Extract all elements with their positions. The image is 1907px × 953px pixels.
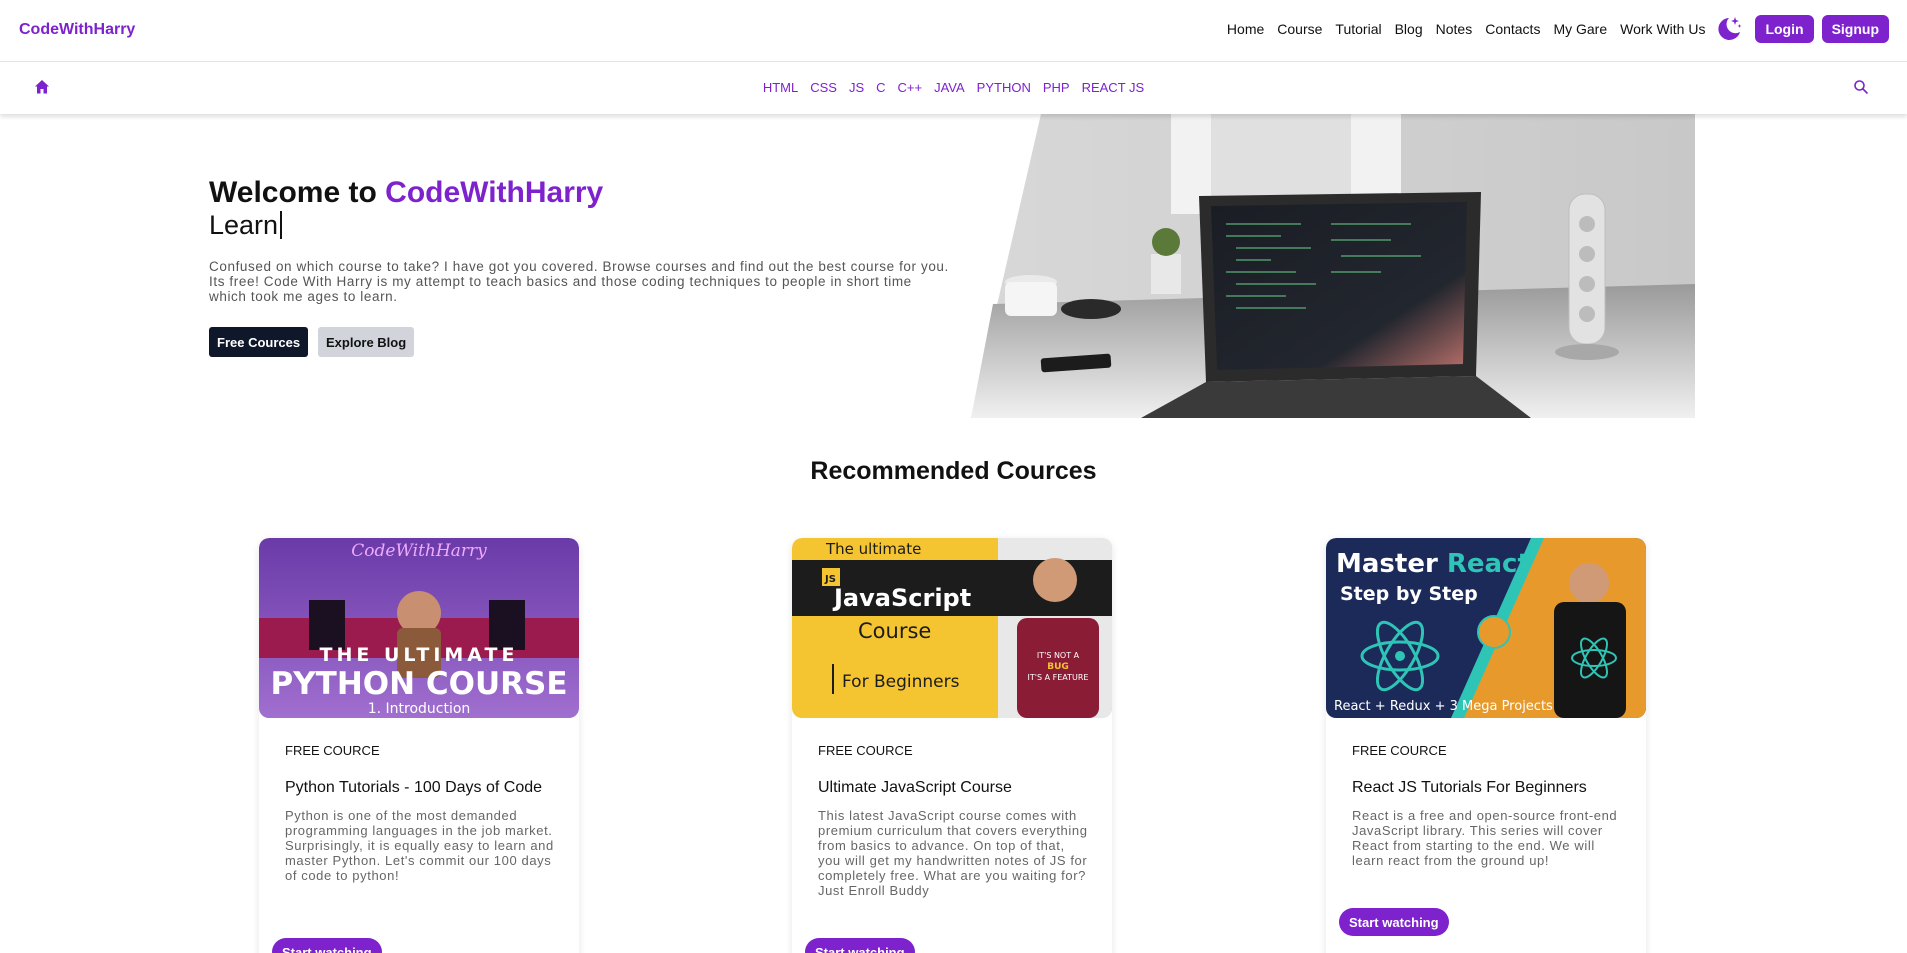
course-title[interactable]: Ultimate JavaScript Course (818, 779, 1012, 797)
python-thumb-logo: CodeWithHarry (351, 541, 487, 561)
start-watching-button[interactable]: Start watching (805, 938, 915, 953)
course-tag: FREE COURCE (818, 743, 913, 758)
lang-cpp[interactable]: C++ (898, 80, 923, 95)
nav-notes[interactable]: Notes (1436, 21, 1473, 37)
js-thumb-shirt2: BUG (1047, 662, 1069, 672)
nav-work-with-us[interactable]: Work With Us (1620, 21, 1705, 37)
nav-contacts[interactable]: Contacts (1485, 21, 1540, 37)
start-watching-button[interactable]: Start watching (1339, 908, 1449, 936)
nav-tutorial[interactable]: Tutorial (1335, 21, 1381, 37)
nav-course[interactable]: Course (1277, 21, 1322, 37)
course-description: React is a free and open-source front-en… (1352, 808, 1618, 868)
lang-c[interactable]: C (876, 80, 885, 95)
course-card-python[interactable]: CodeWithHarry THE ULTIMATE PYTHON COURSE… (259, 538, 579, 953)
course-card-react[interactable]: Master React Step by Step React + Redux … (1326, 538, 1646, 953)
react-thumb-line3: React + Redux + 3 Mega Projects (1334, 699, 1553, 714)
js-thumb-line4: For Beginners (842, 672, 960, 692)
hero-title: Welcome to CodeWithHarry (209, 176, 603, 210)
hero-title-prefix: Welcome to (209, 176, 386, 209)
js-thumb-line1: The ultimate (825, 540, 921, 558)
brand-logo[interactable]: CodeWithHarry (19, 21, 135, 39)
react-thumb-line2: Step by Step (1340, 583, 1478, 605)
hero-title-accent: CodeWithHarry (385, 176, 604, 209)
js-thumb-shirt1: IT'S NOT A (1037, 651, 1080, 660)
js-thumb-shirt3: IT'S A FEATURE (1028, 673, 1089, 682)
start-watching-button[interactable]: Start watching (272, 938, 382, 953)
top-nav-links: Home Course Tutorial Blog Notes Contacts… (1214, 13, 1889, 45)
course-tag: FREE COURCE (1352, 743, 1447, 758)
recommended-courses-heading: Recommended Cources (810, 457, 1097, 485)
hero-subtitle-text: Learn (209, 210, 279, 240)
lang-css[interactable]: CSS (810, 80, 837, 95)
python-thumb-line1: THE ULTIMATE (320, 644, 519, 666)
search-icon[interactable] (1853, 79, 1869, 95)
js-thumb-line2: JavaScript (832, 584, 971, 612)
hero-typed-subtitle: Learn (209, 210, 283, 241)
nav-home[interactable]: Home (1227, 21, 1264, 37)
python-thumb-line2: PYTHON COURSE (271, 666, 568, 702)
lang-js[interactable]: JS (849, 80, 864, 95)
javascript-course-thumbnail: The ultimate JS JavaScript Course For Be… (792, 538, 1112, 718)
lang-html[interactable]: HTML (763, 80, 798, 95)
js-thumb-line3: Course (858, 619, 931, 643)
python-thumb-line3: 1. Introduction (368, 701, 471, 717)
svg-text:Master React: Master React (1336, 549, 1530, 579)
python-course-thumbnail: CodeWithHarry THE ULTIMATE PYTHON COURSE… (259, 538, 579, 718)
course-title[interactable]: React JS Tutorials For Beginners (1352, 779, 1587, 797)
react-thumb-line1b: React (1447, 549, 1530, 579)
nav-blog[interactable]: Blog (1395, 21, 1423, 37)
lang-java[interactable]: JAVA (934, 80, 965, 95)
course-tag: FREE COURCE (285, 743, 380, 758)
react-course-thumbnail: Master React Step by Step React + Redux … (1326, 538, 1646, 718)
signup-button[interactable]: Signup (1821, 15, 1889, 43)
language-links: HTML CSS JS C C++ JAVA PYTHON PHP REACT … (0, 80, 1907, 95)
language-nav: HTML CSS JS C C++ JAVA PYTHON PHP REACT … (0, 62, 1907, 114)
course-title[interactable]: Python Tutorials - 100 Days of Code (285, 779, 542, 797)
course-description: Python is one of the most demanded progr… (285, 808, 554, 883)
react-thumb-line1a: Master (1336, 549, 1447, 579)
hero-description: Confused on which course to take? I have… (209, 259, 949, 304)
login-button[interactable]: Login (1755, 15, 1814, 43)
lang-react-js[interactable]: REACT JS (1082, 80, 1145, 95)
nav-my-gare[interactable]: My Gare (1553, 21, 1607, 37)
free-courses-button[interactable]: Free Cources (209, 327, 309, 357)
typing-cursor (280, 211, 283, 239)
lang-php[interactable]: PHP (1043, 80, 1070, 95)
lang-python[interactable]: PYTHON (977, 80, 1031, 95)
course-description: This latest JavaScript course comes with… (818, 808, 1088, 898)
moon-stars-icon[interactable] (1713, 14, 1743, 44)
course-card-javascript[interactable]: The ultimate JS JavaScript Course For Be… (792, 538, 1112, 953)
top-navbar: CodeWithHarry Home Course Tutorial Blog … (0, 0, 1907, 62)
explore-blog-button[interactable]: Explore Blog (318, 327, 415, 357)
hero-laptop-image (971, 114, 1695, 418)
